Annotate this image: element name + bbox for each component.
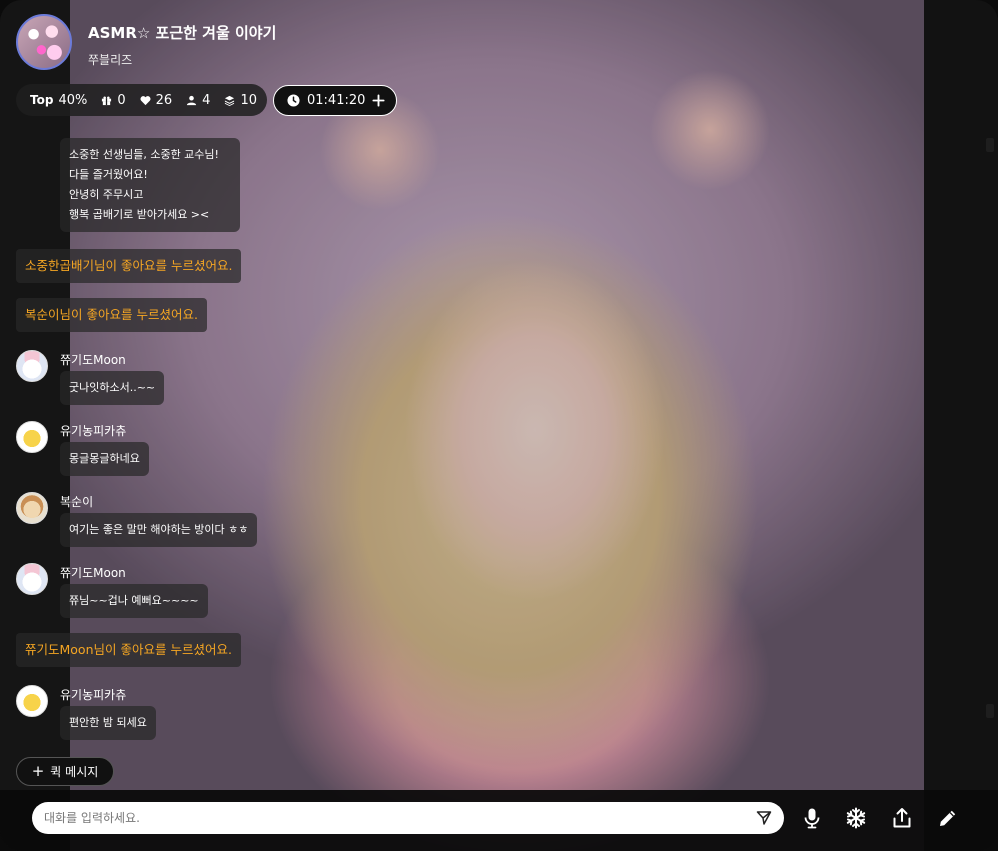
like-count: 26 (155, 92, 173, 108)
pinned-message: 소중한 선생님들, 소중한 교수님! 다들 즐거웠어요! 안녕히 주무시고 행복… (60, 138, 240, 232)
user-nickname[interactable]: 쮸기도Moon (60, 351, 126, 368)
quick-message-button[interactable]: + 퀵 메시지 (16, 757, 114, 786)
viewer-count: 4 (202, 92, 211, 108)
user-avatar[interactable] (16, 563, 48, 595)
pencil-icon (940, 810, 956, 826)
user-nickname[interactable]: 쮸기도Moon (60, 564, 126, 581)
stats-bar[interactable]: Top 40% 0 26 4 10 (16, 84, 267, 116)
share-icon (893, 808, 911, 828)
mic-button[interactable] (799, 805, 825, 831)
top-label: Top (30, 93, 54, 107)
app-window: ASMR☆ 포근한 겨울 이야기 쭈블리즈 Top 40% 0 26 4 10 … (0, 0, 998, 851)
mic-icon (804, 808, 820, 829)
right-panel (924, 0, 998, 851)
user-nickname[interactable]: 유기농피카츄 (60, 422, 126, 439)
host-avatar[interactable] (16, 14, 72, 70)
timer-value: 01:41:20 (307, 93, 366, 108)
chat-message: 편안한 밤 되세요 (60, 706, 156, 740)
layer-stat: 10 (224, 93, 257, 108)
plus-icon: + (31, 762, 45, 780)
snowflake-icon (846, 807, 866, 829)
layer-count: 10 (240, 92, 257, 108)
user-nickname[interactable]: 유기농피카츄 (60, 686, 126, 703)
stream-title: ASMR☆ 포근한 겨울 이야기 (88, 24, 277, 42)
send-icon[interactable] (756, 810, 772, 826)
pinned-line: 다들 즐거웠어요! (69, 168, 148, 181)
pinned-line: 행복 곱배기로 받아가세요 >< (69, 208, 210, 221)
ranking-stat: Top 40% (30, 93, 87, 108)
gift-stat: 0 (101, 92, 126, 108)
gift-icon (102, 95, 112, 105)
top-value: 40% (58, 92, 88, 108)
layers-icon (225, 95, 235, 106)
scroll-down-marker[interactable] (986, 704, 994, 718)
scroll-up-marker[interactable] (986, 138, 994, 152)
system-like-notice: 복순이님이 좋아요를 누르셨어요. (16, 298, 207, 332)
chat-message: 몽글몽글하네요 (60, 442, 149, 476)
quick-message-label: 퀵 메시지 (50, 765, 99, 779)
broadcast-timer[interactable]: 01:41:20 (273, 85, 397, 116)
viewer-stat: 4 (186, 93, 210, 108)
chat-message: 쮸님~~겁나 예뻐요~~~~ (60, 584, 208, 618)
chat-message: 여기는 좋은 말만 해야하는 방이다 ㅎㅎ (60, 513, 258, 547)
pinned-line: 안녕히 주무시고 (69, 188, 144, 201)
edit-button[interactable] (935, 805, 961, 831)
like-stat: 26 (140, 92, 173, 108)
host-name[interactable]: 쭈블리즈 (88, 51, 132, 68)
user-avatar[interactable] (16, 421, 48, 453)
clock-icon (287, 94, 300, 107)
chat-input-box[interactable] (32, 802, 784, 834)
user-avatar[interactable] (16, 685, 48, 717)
add-time-icon[interactable] (372, 94, 385, 107)
heart-icon (140, 95, 151, 105)
chat-input[interactable] (44, 811, 744, 825)
pinned-line: 소중한 선생님들, 소중한 교수님! (69, 148, 219, 161)
system-like-notice: 쮸기도Moon님이 좋아요를 누르셨어요. (16, 633, 241, 667)
chat-message: 굿나잇하소서..~~ (60, 371, 165, 405)
user-avatar[interactable] (16, 350, 48, 382)
user-avatar[interactable] (16, 492, 48, 524)
gift-count: 0 (117, 92, 126, 108)
system-like-notice: 소중한곱배기님이 좋아요를 누르셨어요. (16, 249, 242, 283)
snowflake-button[interactable] (843, 805, 869, 831)
person-icon (187, 95, 197, 105)
user-nickname[interactable]: 복순이 (60, 493, 93, 510)
share-button[interactable] (889, 805, 915, 831)
